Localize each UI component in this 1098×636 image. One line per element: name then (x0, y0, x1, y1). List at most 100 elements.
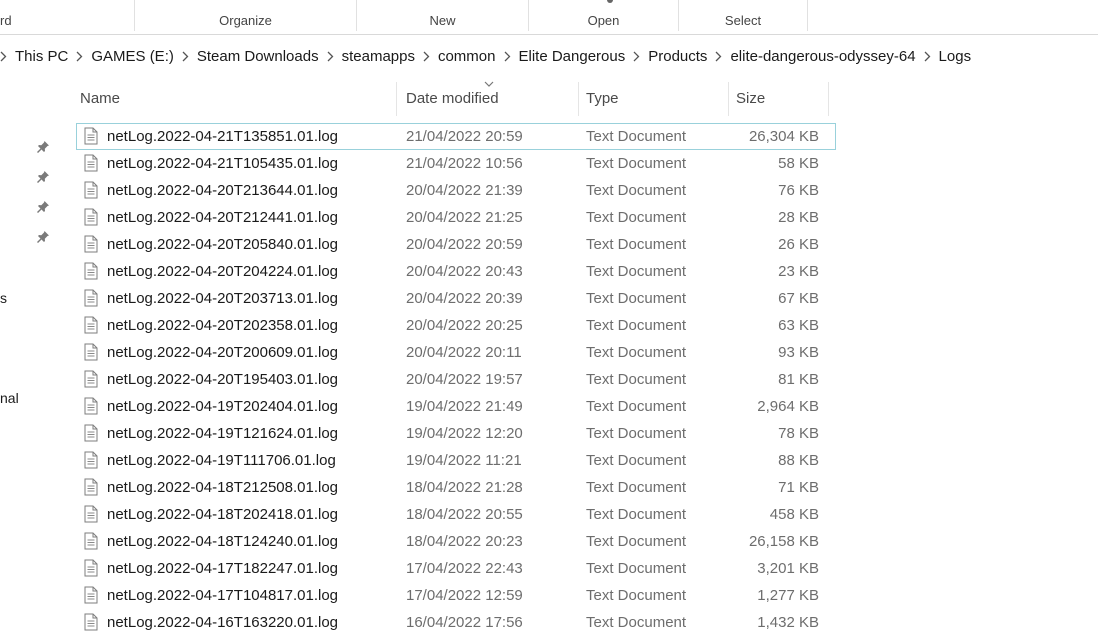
nav-item-label[interactable]: s (0, 290, 7, 306)
column-header-name[interactable]: Name (80, 82, 396, 116)
file-type: Text Document (586, 533, 687, 550)
file-name[interactable]: netLog.2022-04-18T202418.01.log (107, 506, 338, 523)
column-divider[interactable] (728, 82, 729, 116)
chevron-right-icon[interactable] (924, 49, 931, 65)
file-size: 76 KB (778, 182, 819, 199)
breadcrumb-item[interactable]: Logs (939, 48, 972, 65)
chevron-right-icon[interactable] (633, 49, 640, 65)
text-document-icon (84, 559, 98, 577)
file-name[interactable]: netLog.2022-04-21T135851.01.log (107, 128, 338, 145)
file-name[interactable]: netLog.2022-04-20T195403.01.log (107, 371, 338, 388)
file-type: Text Document (586, 614, 687, 631)
address-bar[interactable]: This PC GAMES (E:) Steam Downloads steamapp… (0, 40, 1098, 73)
file-row[interactable]: netLog.2022-04-20T212441.01.log 20/04/202… (76, 204, 836, 231)
file-type: Text Document (586, 506, 687, 523)
file-type: Text Document (586, 587, 687, 604)
ribbon-group-open[interactable]: Open (529, 0, 678, 33)
nav-item-label[interactable]: nal (0, 390, 19, 406)
file-type: Text Document (586, 317, 687, 334)
file-row[interactable]: netLog.2022-04-20T200609.01.log 20/04/202… (76, 339, 836, 366)
file-name[interactable]: netLog.2022-04-20T213644.01.log (107, 182, 338, 199)
text-document-icon (84, 181, 98, 199)
file-row[interactable]: netLog.2022-04-20T202358.01.log 20/04/202… (76, 312, 836, 339)
file-type: Text Document (586, 155, 687, 172)
file-name[interactable]: netLog.2022-04-18T124240.01.log (107, 533, 338, 550)
file-name[interactable]: netLog.2022-04-20T204224.01.log (107, 263, 338, 280)
file-row[interactable]: netLog.2022-04-19T121624.01.log 19/04/202… (76, 420, 836, 447)
breadcrumb-item[interactable]: common (438, 48, 496, 65)
breadcrumb-item[interactable]: elite-dangerous-odyssey-64 (730, 48, 915, 65)
pin-icon[interactable] (36, 170, 50, 184)
file-row[interactable]: netLog.2022-04-20T213644.01.log 20/04/202… (76, 177, 836, 204)
file-name[interactable]: netLog.2022-04-16T163220.01.log (107, 614, 338, 631)
file-size: 3,201 KB (757, 560, 819, 577)
chevron-right-icon[interactable] (327, 49, 334, 65)
file-date-modified: 21/04/2022 10:56 (406, 155, 523, 172)
text-document-icon (84, 208, 98, 226)
file-row[interactable]: netLog.2022-04-21T135851.01.log 21/04/202… (76, 123, 836, 150)
breadcrumb-item[interactable]: GAMES (E:) (91, 48, 174, 65)
ribbon-group-label: New (429, 13, 456, 28)
column-divider[interactable] (828, 82, 829, 116)
file-date-modified: 19/04/2022 21:49 (406, 398, 523, 415)
file-name[interactable]: netLog.2022-04-19T111706.01.log (107, 452, 336, 469)
file-row[interactable]: netLog.2022-04-18T212508.01.log 18/04/202… (76, 474, 836, 501)
file-row[interactable]: netLog.2022-04-18T202418.01.log 18/04/202… (76, 501, 836, 528)
chevron-right-icon[interactable] (0, 49, 7, 65)
chevron-right-icon[interactable] (423, 49, 430, 65)
file-name[interactable]: netLog.2022-04-19T121624.01.log (107, 425, 338, 442)
file-row[interactable]: netLog.2022-04-19T111706.01.log 19/04/202… (76, 447, 836, 474)
text-document-icon (84, 343, 98, 361)
file-date-modified: 20/04/2022 20:25 (406, 317, 523, 334)
file-name[interactable]: netLog.2022-04-20T202358.01.log (107, 317, 338, 334)
ribbon-group-label: Open (587, 13, 620, 28)
pin-icon[interactable] (36, 140, 50, 154)
column-divider[interactable] (396, 82, 397, 116)
column-divider[interactable] (578, 82, 579, 116)
column-header-size[interactable]: Size (736, 82, 826, 116)
breadcrumb-item[interactable]: Products (648, 48, 707, 65)
breadcrumb-item[interactable]: Steam Downloads (197, 48, 319, 65)
file-date-modified: 20/04/2022 20:43 (406, 263, 523, 280)
navigation-pane: s nal (0, 80, 70, 632)
ribbon-group-organize[interactable]: Organize (135, 0, 356, 33)
file-row[interactable]: netLog.2022-04-21T105435.01.log 21/04/202… (76, 150, 836, 177)
file-date-modified: 20/04/2022 20:11 (406, 344, 522, 361)
file-row[interactable]: netLog.2022-04-20T205840.01.log 20/04/202… (76, 231, 836, 258)
file-row[interactable]: netLog.2022-04-20T195403.01.log 20/04/202… (76, 366, 836, 393)
file-row[interactable]: netLog.2022-04-17T104817.01.log 17/04/202… (76, 582, 836, 609)
text-document-icon (84, 424, 98, 442)
file-name[interactable]: netLog.2022-04-19T202404.01.log (107, 398, 338, 415)
file-row[interactable]: netLog.2022-04-18T124240.01.log 18/04/202… (76, 528, 836, 555)
file-name[interactable]: netLog.2022-04-20T205840.01.log (107, 236, 338, 253)
breadcrumb: This PC GAMES (E:) Steam Downloads steamapp… (0, 48, 971, 65)
chevron-right-icon[interactable] (504, 49, 511, 65)
file-name[interactable]: netLog.2022-04-21T105435.01.log (107, 155, 338, 172)
file-name[interactable]: netLog.2022-04-17T182247.01.log (107, 560, 338, 577)
file-name[interactable]: netLog.2022-04-20T203713.01.log (107, 290, 338, 307)
file-size: 458 KB (769, 506, 819, 523)
file-row[interactable]: netLog.2022-04-20T203713.01.log 20/04/202… (76, 285, 836, 312)
file-name[interactable]: netLog.2022-04-20T200609.01.log (107, 344, 338, 361)
ribbon-group-new[interactable]: New (357, 0, 528, 33)
pin-icon[interactable] (36, 200, 50, 214)
chevron-right-icon[interactable] (715, 49, 722, 65)
chevron-right-icon[interactable] (182, 49, 189, 65)
breadcrumb-item[interactable]: Elite Dangerous (519, 48, 626, 65)
column-header-date[interactable]: Date modified (406, 82, 576, 116)
breadcrumb-item[interactable]: This PC (15, 48, 68, 65)
ribbon-group-select[interactable]: Select (679, 0, 807, 33)
column-header-type[interactable]: Type (586, 82, 726, 116)
chevron-right-icon[interactable] (76, 49, 83, 65)
breadcrumb-item[interactable]: steamapps (342, 48, 415, 65)
file-name[interactable]: netLog.2022-04-20T212441.01.log (107, 209, 338, 226)
pin-icon[interactable] (36, 230, 50, 244)
file-row[interactable]: netLog.2022-04-19T202404.01.log 19/04/202… (76, 393, 836, 420)
file-date-modified: 17/04/2022 22:43 (406, 560, 523, 577)
text-document-icon (84, 289, 98, 307)
file-row[interactable]: netLog.2022-04-20T204224.01.log 20/04/202… (76, 258, 836, 285)
file-name[interactable]: netLog.2022-04-17T104817.01.log (107, 587, 338, 604)
ribbon-group-clipboard[interactable]: rd (0, 0, 14, 33)
file-name[interactable]: netLog.2022-04-18T212508.01.log (107, 479, 338, 496)
file-row[interactable]: netLog.2022-04-17T182247.01.log 17/04/202… (76, 555, 836, 582)
